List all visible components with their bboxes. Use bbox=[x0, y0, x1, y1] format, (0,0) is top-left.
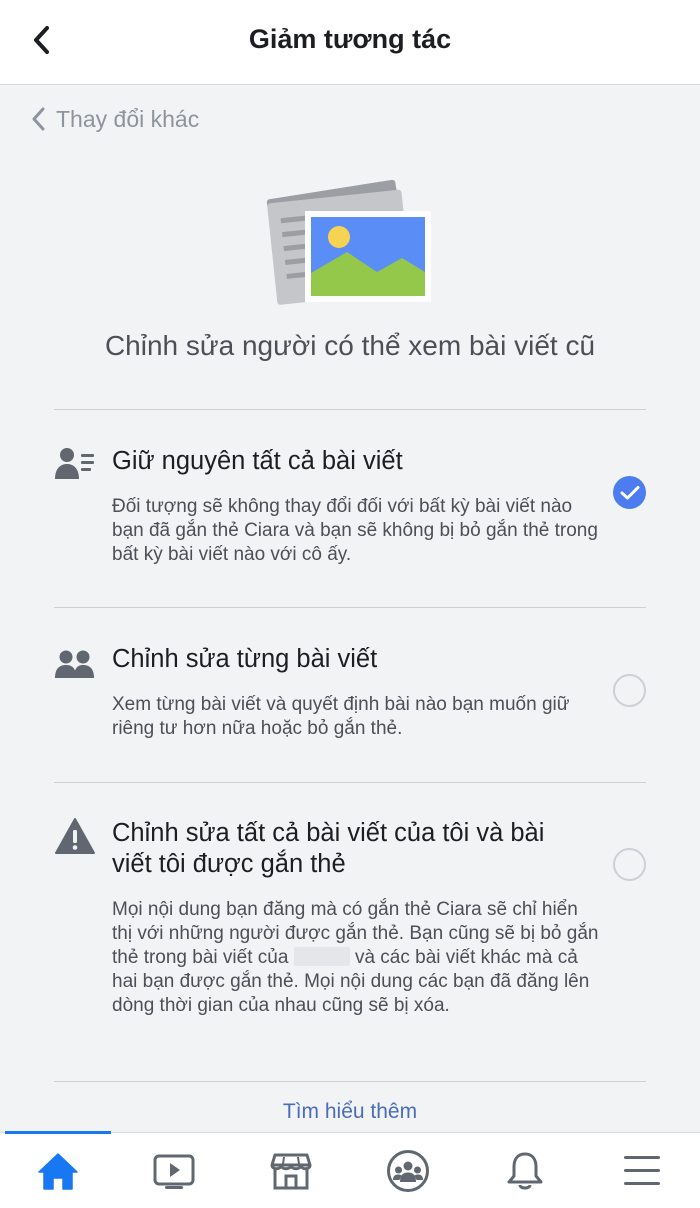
radio-unselected[interactable] bbox=[613, 674, 646, 707]
marketplace-icon bbox=[270, 1153, 312, 1189]
groups-icon bbox=[387, 1149, 429, 1192]
other-changes-link[interactable]: Thay đổi khác bbox=[30, 101, 199, 137]
top-bar: Giảm tương tác bbox=[0, 0, 700, 85]
option-edit-each-post[interactable]: Chỉnh sửa từng bài viết Xem từng bài viế… bbox=[54, 607, 646, 782]
video-icon bbox=[153, 1154, 195, 1189]
warning-icon bbox=[55, 818, 95, 854]
option-title: Giữ nguyên tất cả bài viết bbox=[112, 447, 403, 475]
option-edit-all-my-posts[interactable]: Chỉnh sửa tất cả bài viết của tôi và bài… bbox=[54, 782, 646, 1081]
tab-home[interactable] bbox=[0, 1133, 116, 1208]
home-icon bbox=[38, 1152, 78, 1190]
tab-groups[interactable] bbox=[350, 1133, 466, 1208]
option-description: Đối tượng sẽ không thay đổi đối với bất … bbox=[112, 496, 598, 565]
learn-more-link[interactable]: Tìm hiểu thêm bbox=[0, 1100, 700, 1124]
other-changes-label: Thay đổi khác bbox=[56, 105, 200, 132]
bell-icon bbox=[507, 1152, 543, 1189]
radio-selected[interactable] bbox=[613, 476, 646, 509]
people-icon bbox=[55, 650, 94, 678]
radio-unselected[interactable] bbox=[613, 848, 646, 881]
page-title: Giảm tương tác bbox=[248, 24, 452, 54]
checkmark-icon bbox=[620, 485, 639, 499]
tab-marketplace[interactable] bbox=[233, 1133, 349, 1208]
bottom-tab-bar bbox=[0, 1131, 700, 1208]
option-keep-all-posts[interactable]: Giữ nguyên tất cả bài viết Đối tượng sẽ … bbox=[54, 409, 646, 607]
tab-watch[interactable] bbox=[116, 1133, 232, 1208]
option-title: Chỉnh sửa tất cả bài viết của tôi và bài… bbox=[112, 819, 545, 878]
tab-notifications[interactable] bbox=[467, 1133, 583, 1208]
redacted-name bbox=[293, 947, 350, 966]
posts-photo-illustration bbox=[266, 179, 431, 305]
person-list-icon bbox=[55, 448, 94, 479]
option-title: Chỉnh sửa từng bài viết bbox=[112, 645, 378, 673]
menu-icon bbox=[624, 1155, 660, 1185]
divider bbox=[54, 1081, 646, 1082]
chevron-left-icon bbox=[32, 107, 45, 131]
section-heading: Chỉnh sửa người có thể xem bài viết cũ bbox=[104, 330, 596, 361]
tab-menu[interactable] bbox=[584, 1133, 700, 1208]
option-description: Mọi nội dung bạn đăng mà có gắn thẻ Ciar… bbox=[112, 898, 602, 1018]
option-description: Xem từng bài viết và quyết định bài nào … bbox=[112, 694, 570, 739]
